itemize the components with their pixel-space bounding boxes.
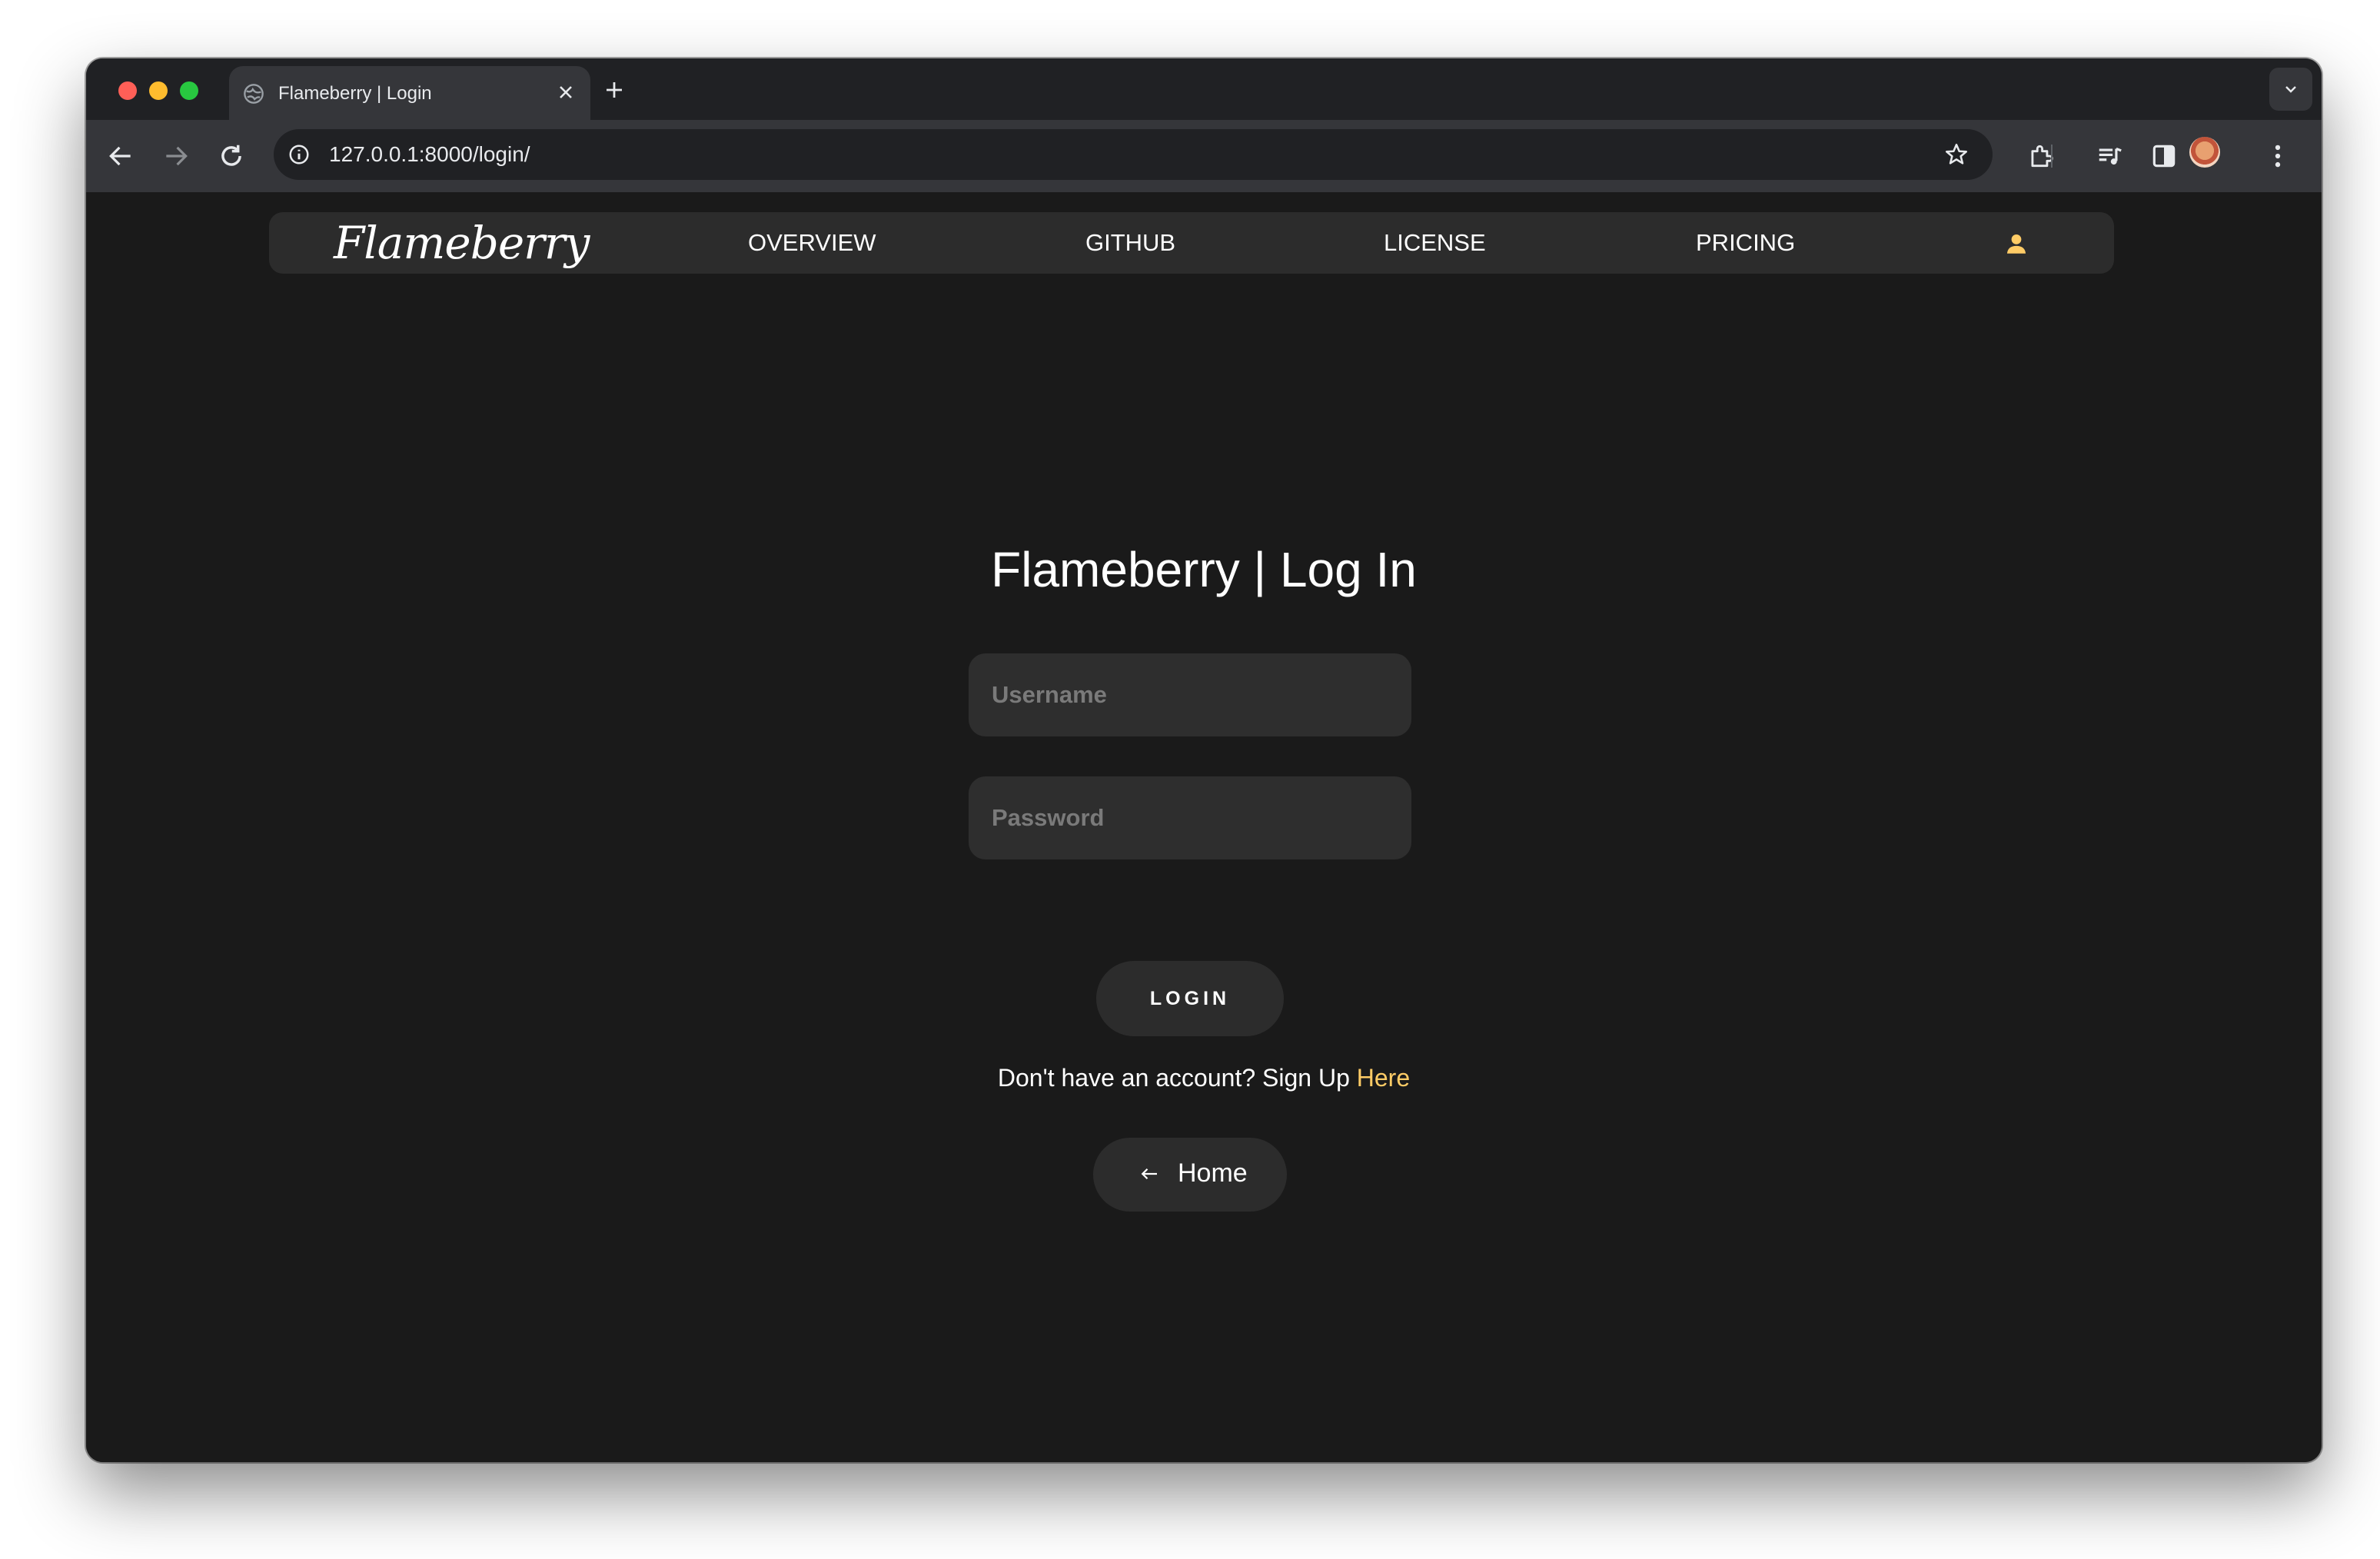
password-input[interactable] bbox=[969, 776, 1411, 859]
home-button[interactable]: Home bbox=[1093, 1138, 1287, 1212]
address-bar[interactable]: 127.0.0.1:8000/login/ bbox=[274, 129, 1993, 180]
login-button[interactable]: LOGIN bbox=[1096, 961, 1284, 1036]
back-arrow-icon[interactable] bbox=[106, 141, 135, 171]
signup-prompt-text: Don't have an account? Sign Up bbox=[997, 1064, 1350, 1092]
browser-window: Flameberry | Login 127.0.0.1:8000/login/… bbox=[86, 58, 2322, 1462]
site-info-icon[interactable] bbox=[288, 143, 311, 166]
close-tab-icon[interactable] bbox=[555, 81, 577, 103]
browser-toolbar: 127.0.0.1:8000/login/ bbox=[86, 120, 2322, 194]
close-window-button[interactable] bbox=[118, 81, 137, 100]
page-title: Flameberry | Log In bbox=[991, 542, 1417, 597]
signup-here-link[interactable]: Here bbox=[1357, 1064, 1410, 1092]
media-controls-icon[interactable] bbox=[2096, 141, 2125, 171]
bookmark-star-icon[interactable] bbox=[1943, 141, 1969, 168]
tab-title: Flameberry | Login bbox=[278, 83, 432, 104]
nav-license-link[interactable]: LICENSE bbox=[1384, 212, 1486, 274]
minimize-window-button[interactable] bbox=[149, 81, 168, 100]
tab-strip: Flameberry | Login bbox=[86, 58, 2322, 120]
chevron-down-icon bbox=[2285, 86, 2296, 93]
new-tab-icon[interactable] bbox=[603, 78, 626, 101]
signup-prompt: Don't have an account? Sign Up Here bbox=[86, 1064, 2322, 1092]
username-input[interactable] bbox=[969, 653, 1411, 736]
more-menu-icon[interactable] bbox=[2263, 141, 2292, 171]
nav-pricing-link[interactable]: PRICING bbox=[1696, 212, 1795, 274]
site-logo[interactable]: Flameberry bbox=[334, 212, 590, 274]
user-icon[interactable] bbox=[2003, 231, 2029, 257]
toolbar-divider bbox=[2051, 145, 2053, 168]
tab-search-button[interactable] bbox=[2269, 68, 2312, 111]
arrow-left-icon bbox=[1141, 1168, 1157, 1180]
globe-icon bbox=[244, 84, 264, 104]
forward-arrow-icon[interactable] bbox=[161, 141, 191, 171]
browser-tab[interactable]: Flameberry | Login bbox=[229, 66, 590, 120]
profile-avatar[interactable] bbox=[2189, 137, 2220, 168]
page-content: Flameberry OVERVIEW GITHUB LICENSE PRICI… bbox=[86, 192, 2322, 1462]
site-navbar: Flameberry OVERVIEW GITHUB LICENSE PRICI… bbox=[269, 212, 2114, 274]
nav-github-link[interactable]: GITHUB bbox=[1085, 212, 1175, 274]
maximize-window-button[interactable] bbox=[180, 81, 198, 100]
nav-overview-link[interactable]: OVERVIEW bbox=[748, 212, 876, 274]
side-panel-icon[interactable] bbox=[2149, 141, 2179, 171]
url-text: 127.0.0.1:8000/login/ bbox=[329, 142, 530, 166]
home-button-label: Home bbox=[1178, 1158, 1248, 1188]
reload-icon[interactable] bbox=[217, 141, 246, 171]
